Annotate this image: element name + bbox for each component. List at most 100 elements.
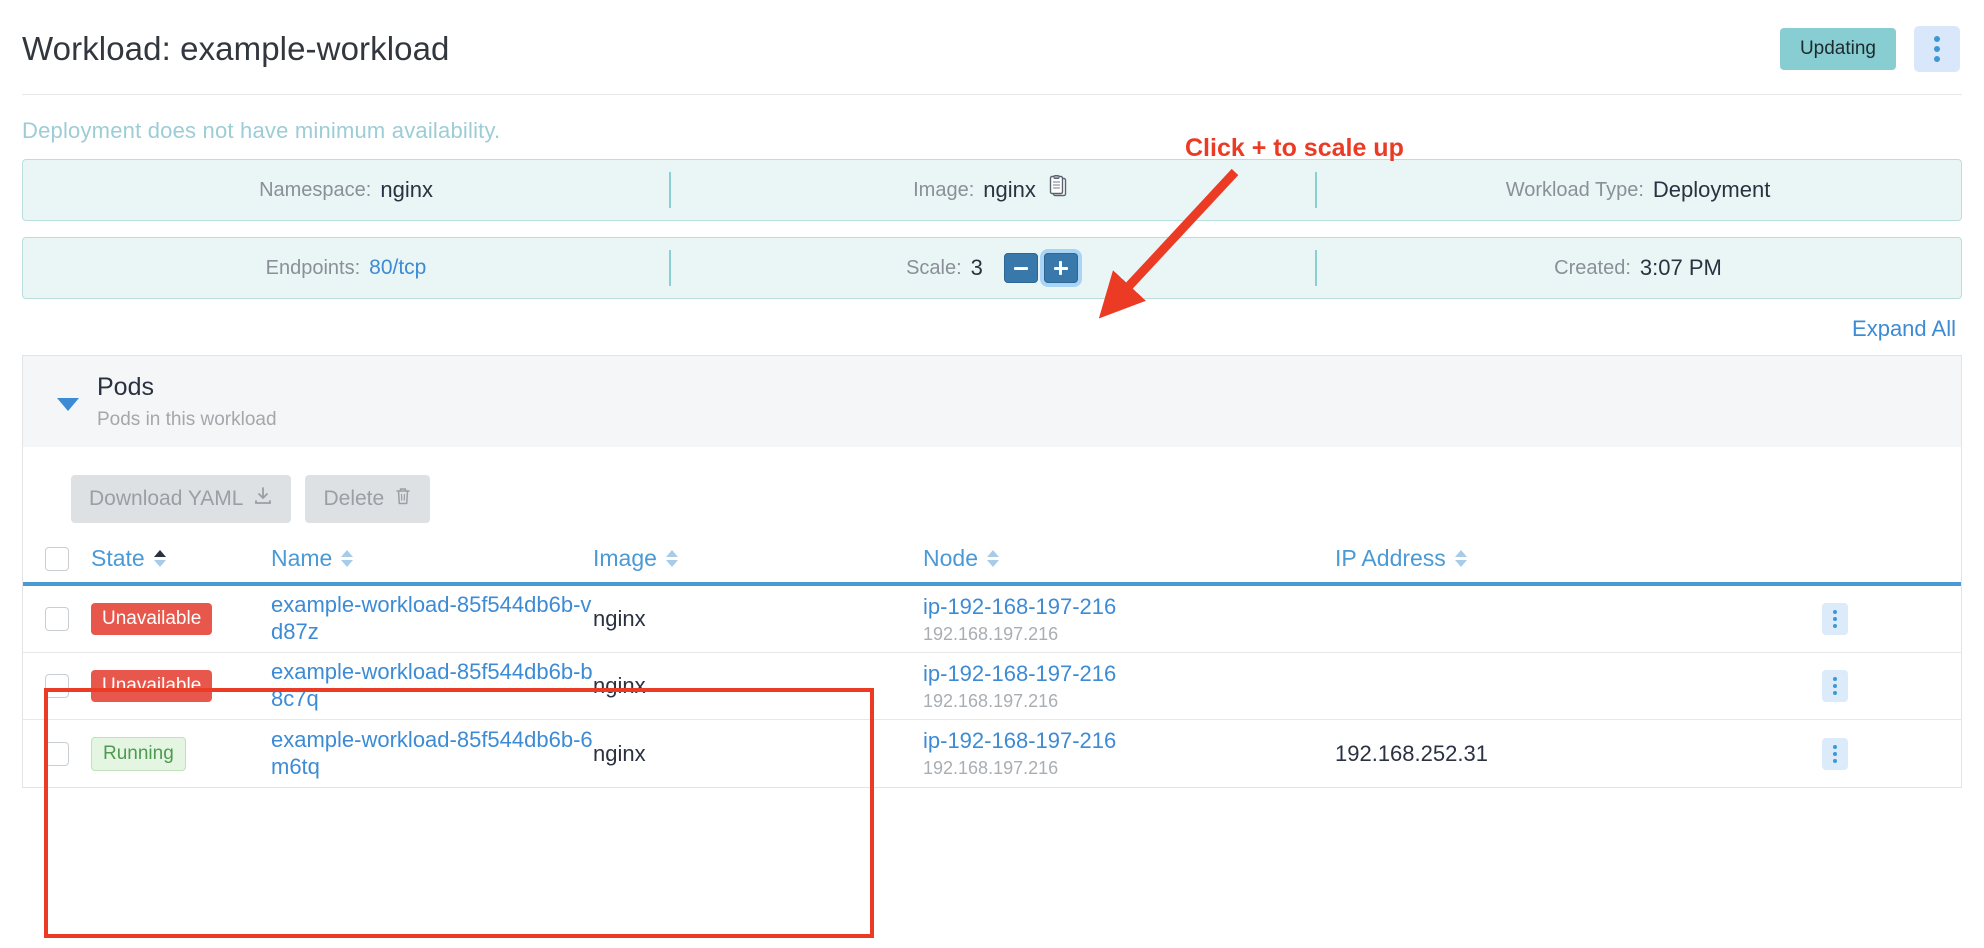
created-label: Created:: [1554, 257, 1631, 280]
pods-panel-titles: Pods Pods in this workload: [97, 372, 277, 431]
node-ip-subtitle: 192.168.197.216: [923, 691, 1335, 712]
row-name-cell: example-workload-85f544db6b-vd87z: [271, 592, 593, 646]
row-menu-cell: [1765, 670, 1905, 702]
table-row[interactable]: Unavailable example-workload-85f544db6b-v…: [23, 586, 1961, 653]
col-header-ip: IP Address: [1335, 545, 1765, 572]
node-ip-subtitle: 192.168.197.216: [923, 624, 1335, 645]
pods-table-body: Unavailableexample-workload-85f544db6b-v…: [23, 586, 1961, 787]
col-label-name: Name: [271, 545, 332, 572]
pods-panel-title: Pods: [97, 372, 277, 403]
sort-image-button[interactable]: Image: [593, 545, 923, 572]
scale-up-button[interactable]: [1044, 253, 1078, 283]
row-image-cell: nginx: [593, 673, 923, 699]
availability-message: Deployment does not have minimum availab…: [0, 95, 1984, 144]
row-checkbox[interactable]: [45, 607, 69, 631]
status-badge: Running: [91, 737, 186, 771]
namespace-label: Namespace:: [259, 179, 371, 202]
row-menu-cell: [1765, 603, 1905, 635]
info-image: Image: nginx: [669, 160, 1315, 220]
trash-icon: [394, 486, 412, 512]
node-link[interactable]: ip-192-168-197-216: [923, 661, 1116, 686]
sort-ip-button[interactable]: IP Address: [1335, 545, 1765, 572]
row-select-cell: [23, 674, 91, 698]
pods-toolbar: Download YAML Delete: [23, 447, 1961, 523]
row-image-cell: nginx: [593, 606, 923, 632]
table-row[interactable]: Running example-workload-85f544db6b-6m6tq…: [23, 720, 1961, 787]
col-header-state: State: [91, 545, 271, 572]
sort-chevron-icon: [154, 550, 166, 567]
endpoints-link[interactable]: 80/tcp: [369, 256, 426, 280]
row-ip-cell: 192.168.252.31: [1335, 741, 1765, 767]
info-namespace: Namespace: nginx: [23, 160, 669, 220]
sort-node-button[interactable]: Node: [923, 545, 1335, 572]
info-scale: Scale: 3: [669, 238, 1315, 298]
row-checkbox[interactable]: [45, 742, 69, 766]
scale-label: Scale:: [906, 257, 962, 280]
info-endpoints: Endpoints: 80/tcp: [23, 238, 669, 298]
pod-name-link[interactable]: example-workload-85f544db6b-6m6tq: [271, 727, 593, 779]
row-state-cell: Unavailable: [91, 670, 271, 702]
row-state-cell: Unavailable: [91, 603, 271, 635]
pod-image-value: nginx: [593, 673, 646, 698]
row-name-cell: example-workload-85f544db6b-b8c7q: [271, 659, 593, 713]
minus-icon: [1014, 267, 1028, 270]
sort-name-button[interactable]: Name: [271, 545, 593, 572]
copy-clipboard-icon[interactable]: [1049, 175, 1071, 205]
workload-type-label: Workload Type:: [1506, 179, 1644, 202]
namespace-value: nginx: [380, 177, 433, 203]
pods-panel-subtitle: Pods in this workload: [97, 409, 277, 431]
row-kebab-menu-icon[interactable]: [1822, 738, 1848, 770]
status-badge: Updating: [1780, 28, 1896, 70]
page-title: Workload: example-workload: [22, 30, 450, 68]
caret-down-icon[interactable]: [57, 398, 79, 411]
pod-name-link[interactable]: example-workload-85f544db6b-vd87z: [271, 592, 591, 644]
delete-button[interactable]: Delete: [305, 475, 430, 523]
info-workload-type: Workload Type: Deployment: [1315, 160, 1961, 220]
sort-chevron-icon: [987, 550, 999, 567]
created-value: 3:07 PM: [1640, 255, 1722, 281]
info-bar-primary: Namespace: nginx Image: nginx Workload T…: [22, 159, 1962, 221]
col-label-image: Image: [593, 545, 657, 572]
sort-chevron-icon: [1455, 550, 1467, 567]
pod-ip-value: 192.168.252.31: [1335, 741, 1488, 766]
info-bar-secondary: Endpoints: 80/tcp Scale: 3 Created: 3:07…: [22, 237, 1962, 299]
download-yaml-button[interactable]: Download YAML: [71, 475, 291, 523]
kebab-dot: [1934, 56, 1940, 62]
scale-stepper: [1004, 253, 1078, 283]
pods-panel-header[interactable]: Pods Pods in this workload: [23, 355, 1961, 447]
row-node-cell: ip-192-168-197-216 192.168.197.216: [923, 661, 1335, 712]
row-kebab-menu-icon[interactable]: [1822, 603, 1848, 635]
pods-panel: Pods Pods in this workload Download YAML…: [22, 355, 1962, 788]
kebab-menu-icon[interactable]: [1914, 26, 1960, 72]
sort-chevron-icon: [341, 550, 353, 567]
node-link[interactable]: ip-192-168-197-216: [923, 728, 1116, 753]
col-label-node: Node: [923, 545, 978, 572]
status-badge: Unavailable: [91, 603, 212, 635]
pod-image-value: nginx: [593, 606, 646, 631]
pod-name-link[interactable]: example-workload-85f544db6b-b8c7q: [271, 659, 593, 711]
header-actions: Updating: [1780, 26, 1960, 72]
col-header-image: Image: [593, 545, 923, 572]
select-all-checkbox[interactable]: [45, 547, 69, 571]
image-label: Image:: [913, 179, 974, 202]
annotation-text: Click + to scale up: [1185, 134, 1404, 163]
row-image-cell: nginx: [593, 741, 923, 767]
scale-down-button[interactable]: [1004, 253, 1038, 283]
row-kebab-menu-icon[interactable]: [1822, 670, 1848, 702]
table-row[interactable]: Unavailableexample-workload-85f544db6b-b…: [23, 653, 1961, 720]
sort-chevron-icon: [666, 550, 678, 567]
col-label-state: State: [91, 545, 145, 572]
expand-all-row: Expand All: [0, 299, 1984, 342]
node-ip-subtitle: 192.168.197.216: [923, 758, 1335, 779]
row-node-cell: ip-192-168-197-216 192.168.197.216: [923, 594, 1335, 645]
row-name-cell: example-workload-85f544db6b-6m6tq: [271, 727, 593, 781]
row-checkbox[interactable]: [45, 674, 69, 698]
sort-state-button[interactable]: State: [91, 545, 271, 572]
expand-all-link[interactable]: Expand All: [1852, 316, 1956, 342]
pods-table: State Name Image: [23, 545, 1961, 787]
workload-detail-page: Workload: example-workload Updating Depl…: [0, 0, 1984, 948]
select-all-cell: [23, 547, 91, 571]
info-created: Created: 3:07 PM: [1315, 238, 1961, 298]
row-select-cell: [23, 607, 91, 631]
node-link[interactable]: ip-192-168-197-216: [923, 594, 1116, 619]
